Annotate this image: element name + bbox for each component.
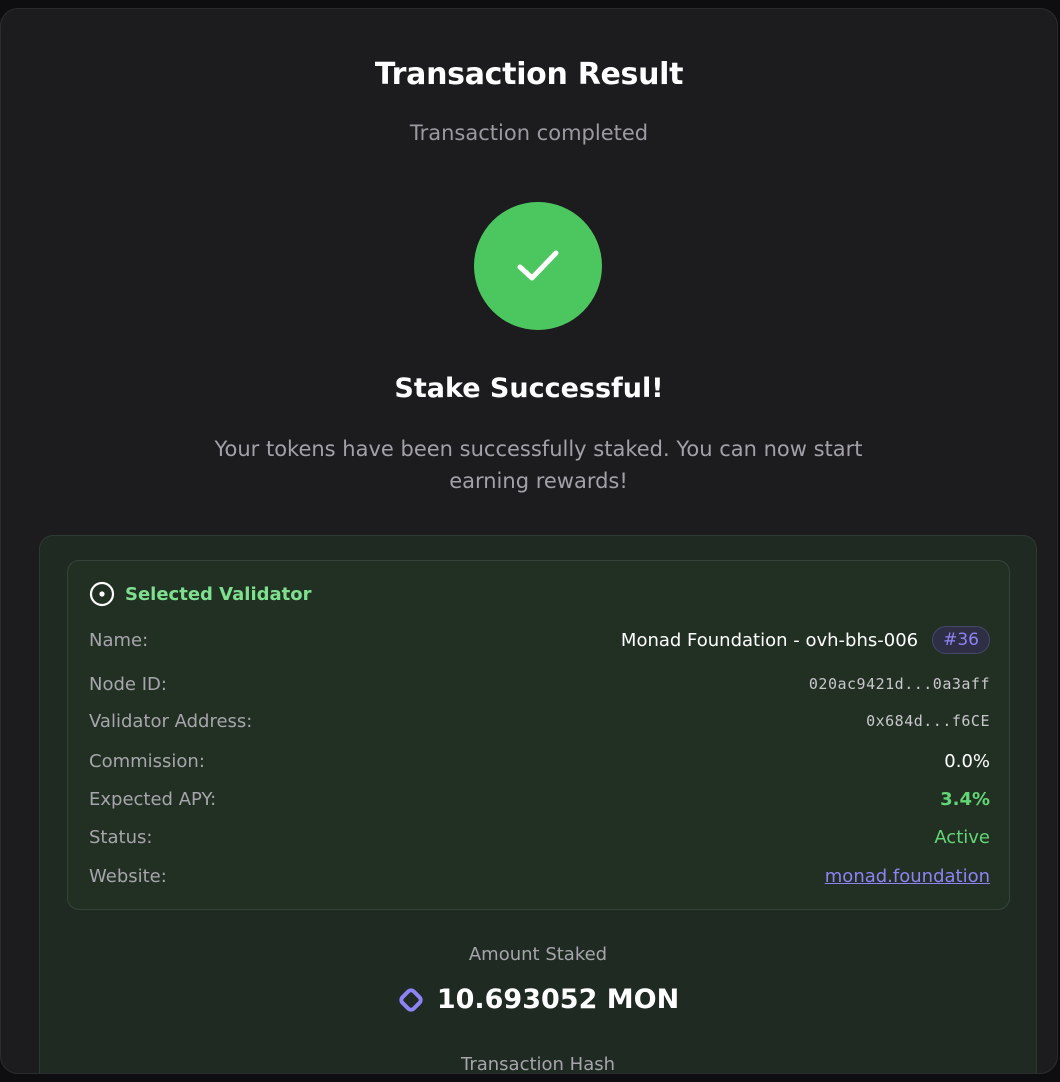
validator-name-label: Name: bbox=[89, 629, 149, 651]
success-heading: Stake Successful! bbox=[394, 373, 664, 404]
stake-summary-panel: Selected Validator Name: Monad Foundatio… bbox=[39, 535, 1037, 1074]
node-id-label: Node ID: bbox=[89, 673, 167, 695]
status-value: Active bbox=[934, 826, 990, 848]
success-message: Your tokens have been successfully stake… bbox=[214, 437, 863, 493]
success-circle bbox=[474, 202, 602, 330]
amount-staked: 10.693052 MON bbox=[40, 984, 1036, 1015]
node-id-row: Node ID: 020ac9421d...0a3aff bbox=[89, 670, 990, 698]
validator-address-label: Validator Address: bbox=[89, 710, 253, 732]
validator-name-value: Monad Foundation - ovh-bhs-006 bbox=[620, 629, 919, 651]
validator-name-group: Monad Foundation - ovh-bhs-006 #36 bbox=[621, 626, 990, 654]
expected-apy-label: Expected APY: bbox=[89, 788, 217, 810]
target-icon bbox=[89, 581, 115, 607]
website-link[interactable]: monad.foundation bbox=[825, 866, 990, 887]
commission-value: 0.0% bbox=[944, 750, 990, 772]
modal-title: Transaction Result bbox=[374, 57, 684, 92]
validator-rank-badge: #36 bbox=[932, 626, 990, 654]
amount-staked-value: 10.693052 MON bbox=[436, 984, 680, 1015]
validator-card: Selected Validator Name: Monad Foundatio… bbox=[67, 560, 1010, 910]
website-row: Website: monad.foundation bbox=[89, 862, 990, 890]
validator-address-row: Validator Address: 0x684d...f6CE bbox=[89, 707, 990, 735]
checkmark-icon bbox=[517, 250, 559, 281]
monad-token-icon bbox=[399, 987, 423, 1012]
node-id-value: 020ac9421d...0a3aff bbox=[808, 675, 990, 693]
validator-name-row: Name: Monad Foundation - ovh-bhs-006 #36 bbox=[89, 626, 990, 654]
validator-address-value: 0x684d...f6CE bbox=[866, 712, 990, 730]
validator-card-title: Selected Validator bbox=[125, 583, 312, 605]
commission-row: Commission: 0.0% bbox=[89, 747, 990, 775]
expected-apy-value: 3.4% bbox=[940, 788, 990, 810]
status-label: Status: bbox=[89, 826, 153, 848]
transaction-hash-label: Transaction Hash bbox=[460, 1054, 616, 1074]
status-row: Status: Active bbox=[89, 823, 990, 851]
commission-label: Commission: bbox=[89, 750, 205, 772]
website-label: Website: bbox=[89, 865, 167, 887]
modal-subtitle: Transaction completed bbox=[409, 121, 649, 145]
expected-apy-row: Expected APY: 3.4% bbox=[89, 785, 990, 813]
amount-staked-label: Amount Staked bbox=[468, 944, 608, 965]
validator-card-header: Selected Validator bbox=[89, 581, 312, 607]
transaction-result-modal: Transaction Result Transaction completed… bbox=[0, 8, 1058, 1074]
